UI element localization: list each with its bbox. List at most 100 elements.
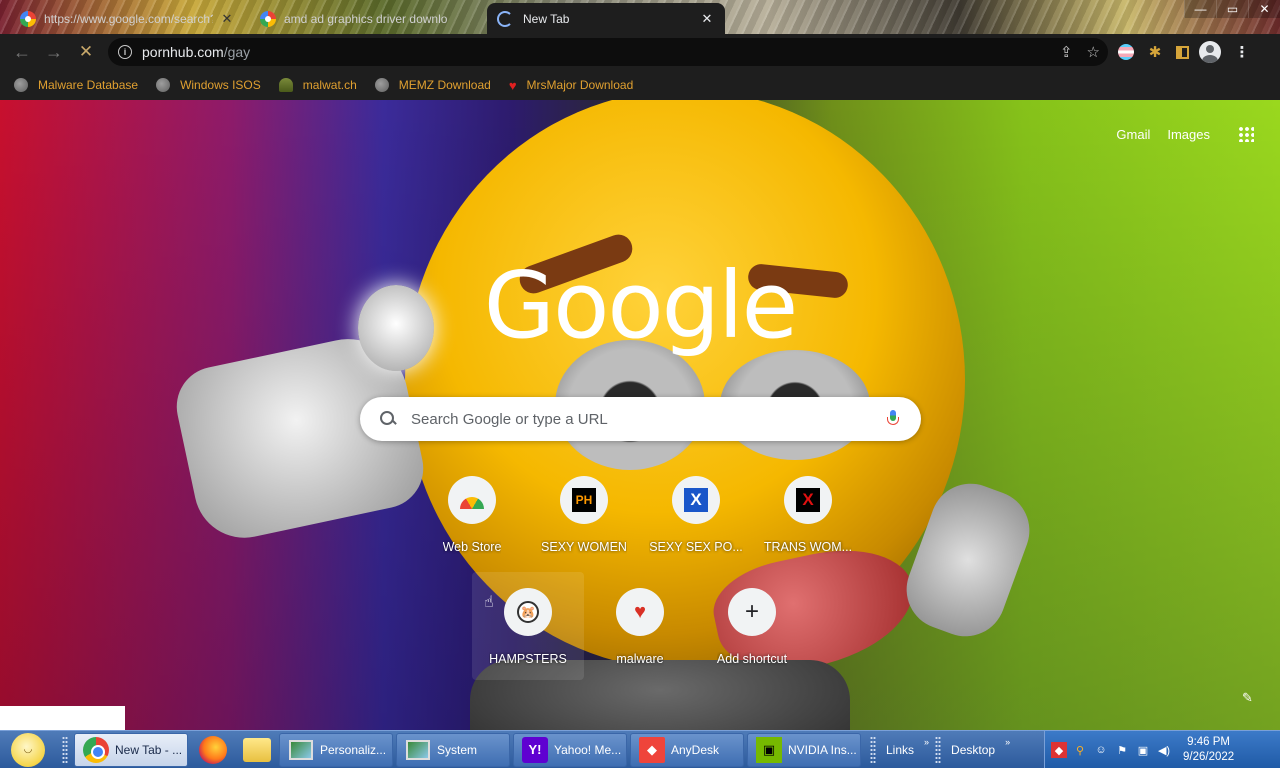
yahoo-icon: Y!: [522, 736, 548, 763]
system-tray: ◆ ⚲ ☺ ⚑ ▣ ◀) 9:46 PM 9/26/2022: [1044, 731, 1280, 768]
plus-icon: +: [744, 598, 759, 625]
globe-icon: [14, 78, 28, 92]
x-red-icon: X: [796, 488, 820, 512]
bookmark-windows-isos[interactable]: Windows ISOS: [156, 78, 261, 92]
clock[interactable]: 9:46 PM 9/26/2022: [1183, 735, 1234, 765]
quicklaunch-firefox[interactable]: [191, 733, 235, 767]
white-overlay-block: [0, 706, 125, 730]
tab-close-icon[interactable]: ✕: [699, 11, 715, 27]
globe-icon: [374, 78, 389, 92]
minimize-button[interactable]: —: [1184, 0, 1216, 18]
profile-avatar-icon[interactable]: [1199, 41, 1221, 63]
site-info-icon[interactable]: i: [118, 45, 132, 59]
start-smiley-icon: ◡: [11, 732, 45, 767]
tab-new-tab[interactable]: New Tab ✕: [487, 3, 725, 34]
heart-icon: ♥: [634, 600, 646, 623]
desktop-toolbar[interactable]: Desktop: [951, 743, 995, 757]
shortcut-icon-circle: 🐹: [504, 588, 552, 636]
stop-x-icon: ✕: [78, 42, 94, 61]
shortcut-malware[interactable]: ♥ malware: [584, 580, 696, 688]
address-bar[interactable]: i pornhub.com /gay ⇪ ☆: [108, 38, 1108, 66]
forward-button[interactable]: →: [38, 36, 70, 68]
bookmark-malwatch[interactable]: malwat.ch: [278, 78, 357, 92]
clock-date: 9/26/2022: [1183, 751, 1235, 763]
bookmark-malware-database[interactable]: Malware Database: [14, 78, 138, 92]
taskbar-grip[interactable]: [62, 735, 68, 764]
quicklaunch-folder[interactable]: [235, 733, 279, 767]
shortcut-label: SEXY SEX PO...: [649, 540, 743, 554]
taskbar-button-yahoo[interactable]: Y! Yahoo! Me...: [513, 732, 627, 767]
hand-cursor-icon: ☝: [484, 594, 494, 611]
maximize-button[interactable]: ▭: [1216, 0, 1248, 18]
search-tray-icon[interactable]: ⚲: [1072, 742, 1088, 758]
pencil-edit-icon[interactable]: ✎: [1242, 690, 1254, 705]
security-flag-icon[interactable]: ⚑: [1114, 742, 1130, 758]
tab-close-icon[interactable]: ✕: [219, 11, 235, 27]
stop-loading-button[interactable]: ✕: [70, 36, 102, 68]
tab-google-search[interactable]: https://www.google.com/search? ✕: [10, 3, 245, 34]
google-favicon-icon: [260, 10, 276, 27]
share-icon[interactable]: ⇪: [1060, 43, 1073, 61]
google-apps-grid-icon[interactable]: [1238, 126, 1254, 142]
bookmark-memz[interactable]: MEMZ Download: [374, 78, 491, 92]
taskbar-grip[interactable]: [935, 735, 942, 764]
taskbar: ◡ New Tab - ... Personaliz... System Y! …: [0, 730, 1280, 768]
shortcut-web-store[interactable]: Web Store: [416, 468, 528, 576]
chrome-icon: [83, 736, 109, 763]
folder-icon: [243, 737, 271, 762]
links-toolbar[interactable]: Links: [886, 743, 914, 757]
taskbar-button-system[interactable]: System: [396, 732, 510, 767]
url-path: /gay: [223, 44, 251, 60]
webstore-icon: [460, 497, 484, 509]
shortcut-hampsters[interactable]: 🐹 HAMPSTERS: [472, 572, 584, 680]
bookmark-mrsmajor[interactable]: ♥ MrsMajor Download: [509, 78, 633, 93]
bookmark-star-icon[interactable]: ☆: [1087, 43, 1100, 61]
bookmark-label: MrsMajor Download: [526, 78, 634, 92]
bookmark-label: Windows ISOS: [180, 78, 261, 92]
google-favicon-icon: [20, 10, 36, 27]
personalize-icon: [288, 737, 314, 763]
microphone-icon[interactable]: [887, 410, 899, 428]
shortcut-sexy-women[interactable]: PH SEXY WOMEN: [528, 468, 640, 576]
hamster-icon: 🐹: [517, 601, 539, 623]
smiley-tray-icon[interactable]: ☺: [1093, 742, 1109, 758]
anydesk-icon: ◆: [639, 736, 665, 763]
anydesk-tray-icon[interactable]: ◆: [1051, 742, 1067, 758]
bookmark-label: Malware Database: [38, 78, 139, 92]
shortcut-label: TRANS WOM...: [763, 540, 853, 554]
side-panel-icon[interactable]: [1176, 45, 1189, 59]
start-button[interactable]: ◡: [0, 731, 56, 768]
close-window-button[interactable]: ✕: [1248, 0, 1280, 18]
taskbar-button-personalize[interactable]: Personaliz...: [279, 732, 393, 767]
taskbar-button-new-tab[interactable]: New Tab - ...: [74, 732, 188, 767]
back-button[interactable]: ←: [6, 36, 38, 68]
network-icon[interactable]: ▣: [1135, 742, 1151, 758]
search-input[interactable]: [411, 410, 887, 428]
taskbar-button-anydesk[interactable]: ◆ AnyDesk: [630, 732, 744, 767]
bookmark-label: malwat.ch: [302, 78, 357, 92]
shortcut-label: SEXY WOMEN: [541, 540, 627, 554]
shortcut-trans-wom[interactable]: X TRANS WOM...: [752, 468, 864, 576]
chevron-right-icon[interactable]: »: [924, 737, 929, 747]
tab-title: amd ad graphics driver downlo: [284, 11, 448, 26]
ph-icon: PH: [572, 488, 596, 512]
tab-strip: https://www.google.com/search? ✕ amd ad …: [0, 0, 1280, 34]
shortcut-sexy-sex-po[interactable]: X SEXY SEX PO...: [640, 468, 752, 576]
ntp-search-box[interactable]: [360, 397, 921, 441]
chevron-right-icon[interactable]: »: [1005, 737, 1010, 747]
taskbar-button-label: System: [437, 742, 478, 757]
kebab-menu-icon[interactable]: ⋮: [1231, 41, 1253, 63]
taskbar-button-nvidia[interactable]: ▣ NVIDIA Ins...: [747, 732, 861, 767]
volume-icon[interactable]: ◀): [1156, 742, 1172, 758]
pride-flag-extension-icon[interactable]: [1118, 44, 1134, 60]
taskbar-button-label: NVIDIA Ins...: [788, 742, 857, 757]
tab-amd-driver[interactable]: amd ad graphics driver downlo: [250, 3, 480, 34]
taskbar-grip[interactable]: [870, 735, 876, 764]
shortcut-add[interactable]: + Add shortcut: [696, 580, 808, 688]
google-logo: Google: [483, 252, 798, 359]
images-link[interactable]: Images: [1167, 127, 1210, 142]
bookmark-label: MEMZ Download: [398, 78, 491, 92]
gmail-link[interactable]: Gmail: [1116, 127, 1150, 142]
puzzle-extensions-icon[interactable]: ✱: [1144, 41, 1166, 63]
ntp-top-links: Gmail Images: [1116, 127, 1210, 142]
